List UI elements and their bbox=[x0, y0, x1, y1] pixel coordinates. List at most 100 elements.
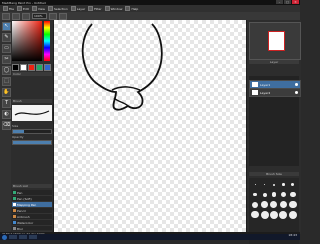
menu-window[interactable]: Window bbox=[104, 6, 122, 11]
eye-icon[interactable] bbox=[295, 83, 298, 86]
move-tool-icon[interactable]: ↖ bbox=[2, 22, 11, 31]
minimize-button[interactable]: – bbox=[276, 0, 283, 4]
left-panel: Color Brush Size Opacity Brush List Pen … bbox=[11, 20, 54, 234]
brush-size-option[interactable] bbox=[279, 210, 288, 219]
text-tool-icon[interactable]: T bbox=[2, 99, 11, 108]
undo-button[interactable] bbox=[2, 12, 10, 20]
brush-dot-icon bbox=[13, 191, 16, 194]
brush-size-option[interactable] bbox=[251, 190, 259, 199]
swatch-white[interactable] bbox=[20, 64, 27, 71]
menu-view[interactable]: View bbox=[31, 6, 45, 11]
select-tool-icon[interactable]: ⬚ bbox=[2, 77, 11, 86]
right-panel: Layer Layer1 Layer2 Brush Size bbox=[246, 20, 301, 244]
brush-size-option[interactable] bbox=[260, 210, 269, 219]
brush-list-title: Brush List bbox=[12, 184, 52, 188]
color-picker-square[interactable] bbox=[12, 21, 42, 61]
hue-slider[interactable] bbox=[44, 21, 50, 61]
taskbar-clock: 18:43 bbox=[288, 233, 297, 237]
opacity-slider[interactable] bbox=[12, 140, 52, 145]
line-drawing bbox=[81, 23, 163, 111]
maximize-button[interactable]: □ bbox=[284, 0, 291, 4]
brush-tool-icon[interactable]: ✎ bbox=[2, 33, 11, 42]
brush-size-option[interactable] bbox=[269, 210, 278, 219]
brush-size-option[interactable] bbox=[288, 210, 297, 219]
brush-size-option[interactable] bbox=[270, 200, 278, 209]
brush-size-option[interactable] bbox=[270, 190, 278, 199]
eye-icon[interactable] bbox=[295, 91, 298, 94]
filter-icon bbox=[88, 6, 94, 11]
brush-list: Pen Pen (Soft) Mapping Pen Pencil Airbru… bbox=[12, 190, 52, 232]
menu-edit[interactable]: Edit bbox=[17, 6, 29, 11]
window-icon bbox=[104, 6, 110, 11]
layer-row[interactable]: Layer2 bbox=[249, 88, 301, 97]
layer-panel-title: Layer bbox=[249, 60, 299, 64]
fill-tool-icon[interactable]: ◐ bbox=[2, 110, 11, 119]
rotate-button[interactable] bbox=[59, 12, 67, 20]
brush-dot-icon bbox=[13, 203, 16, 206]
selection-icon bbox=[47, 6, 53, 11]
brush-size-option[interactable] bbox=[279, 180, 287, 189]
grid-button[interactable] bbox=[49, 12, 57, 20]
swatch-black[interactable] bbox=[12, 64, 19, 71]
taskbar-app[interactable] bbox=[9, 235, 17, 239]
brush-dot-icon bbox=[13, 209, 16, 212]
brush-size-option[interactable] bbox=[289, 190, 297, 199]
stroke-preview-icon bbox=[14, 110, 50, 116]
menu-file[interactable]: File bbox=[3, 6, 14, 11]
swatch-blue[interactable] bbox=[44, 64, 51, 71]
close-button[interactable]: ✕ bbox=[292, 0, 299, 4]
brush-size-option[interactable] bbox=[270, 180, 278, 189]
menu-filter[interactable]: Filter bbox=[88, 6, 102, 11]
layer-icon bbox=[70, 6, 76, 11]
swatch-green[interactable] bbox=[36, 64, 43, 71]
brush-stroke-preview bbox=[12, 105, 52, 121]
snap-button[interactable] bbox=[22, 12, 30, 20]
edit-icon bbox=[17, 6, 23, 11]
brush-size-option[interactable] bbox=[289, 200, 297, 209]
brush-size-option[interactable] bbox=[289, 180, 297, 189]
swatch-red[interactable] bbox=[28, 64, 35, 71]
size-label: Size bbox=[12, 124, 19, 128]
color-swatches bbox=[12, 64, 51, 71]
zoom-field[interactable]: 100% bbox=[32, 13, 47, 19]
menu-help[interactable]: Help bbox=[125, 6, 138, 11]
brush-dot-icon bbox=[13, 221, 16, 224]
ellipse-tool-icon[interactable]: ◯ bbox=[2, 66, 11, 75]
layer-thumbnail bbox=[252, 90, 258, 95]
brush-dot-icon bbox=[13, 215, 16, 218]
menu-selection[interactable]: Selection bbox=[47, 6, 68, 11]
navigator-thumbnail bbox=[268, 31, 285, 51]
brush-size-option[interactable] bbox=[279, 200, 287, 209]
taskbar-app[interactable] bbox=[29, 235, 37, 239]
navigator-panel[interactable] bbox=[249, 22, 301, 60]
menu-layer[interactable]: Layer bbox=[70, 6, 85, 11]
opacity-slider-fill bbox=[13, 141, 51, 144]
drawing-canvas[interactable] bbox=[54, 20, 246, 234]
window-title: MediBang Paint Pro - Untitled bbox=[2, 0, 46, 5]
hand-tool-icon[interactable]: ✋ bbox=[2, 88, 11, 97]
brush-size-option[interactable] bbox=[251, 210, 259, 219]
brush-size-option[interactable] bbox=[251, 180, 259, 189]
eraser-tool-icon[interactable]: ⌫ bbox=[2, 121, 11, 130]
canvas-area bbox=[54, 20, 246, 234]
cut-tool-icon[interactable]: ✂ bbox=[2, 55, 11, 64]
redo-button[interactable] bbox=[12, 12, 20, 20]
brush-size-option[interactable] bbox=[251, 200, 259, 209]
file-icon bbox=[3, 6, 8, 11]
layer-thumbnail bbox=[252, 82, 258, 87]
brush-size-title: Brush Size bbox=[249, 172, 299, 176]
brush-dot-icon bbox=[13, 197, 16, 200]
brush-size-option[interactable] bbox=[260, 200, 268, 209]
size-slider[interactable] bbox=[12, 129, 52, 134]
window-controls: – □ ✕ bbox=[276, 0, 299, 4]
taskbar-app[interactable] bbox=[19, 235, 27, 239]
brush-panel-title: Brush bbox=[12, 99, 52, 103]
brush-size-option[interactable] bbox=[260, 190, 268, 199]
brush-dot-icon bbox=[13, 227, 16, 230]
view-icon bbox=[31, 6, 37, 11]
brush-size-option[interactable] bbox=[279, 190, 287, 199]
rect-tool-icon[interactable]: ▭ bbox=[2, 44, 11, 53]
os-taskbar: 18:43 bbox=[0, 234, 300, 240]
brush-size-option[interactable] bbox=[260, 180, 268, 189]
start-button[interactable] bbox=[2, 234, 7, 240]
